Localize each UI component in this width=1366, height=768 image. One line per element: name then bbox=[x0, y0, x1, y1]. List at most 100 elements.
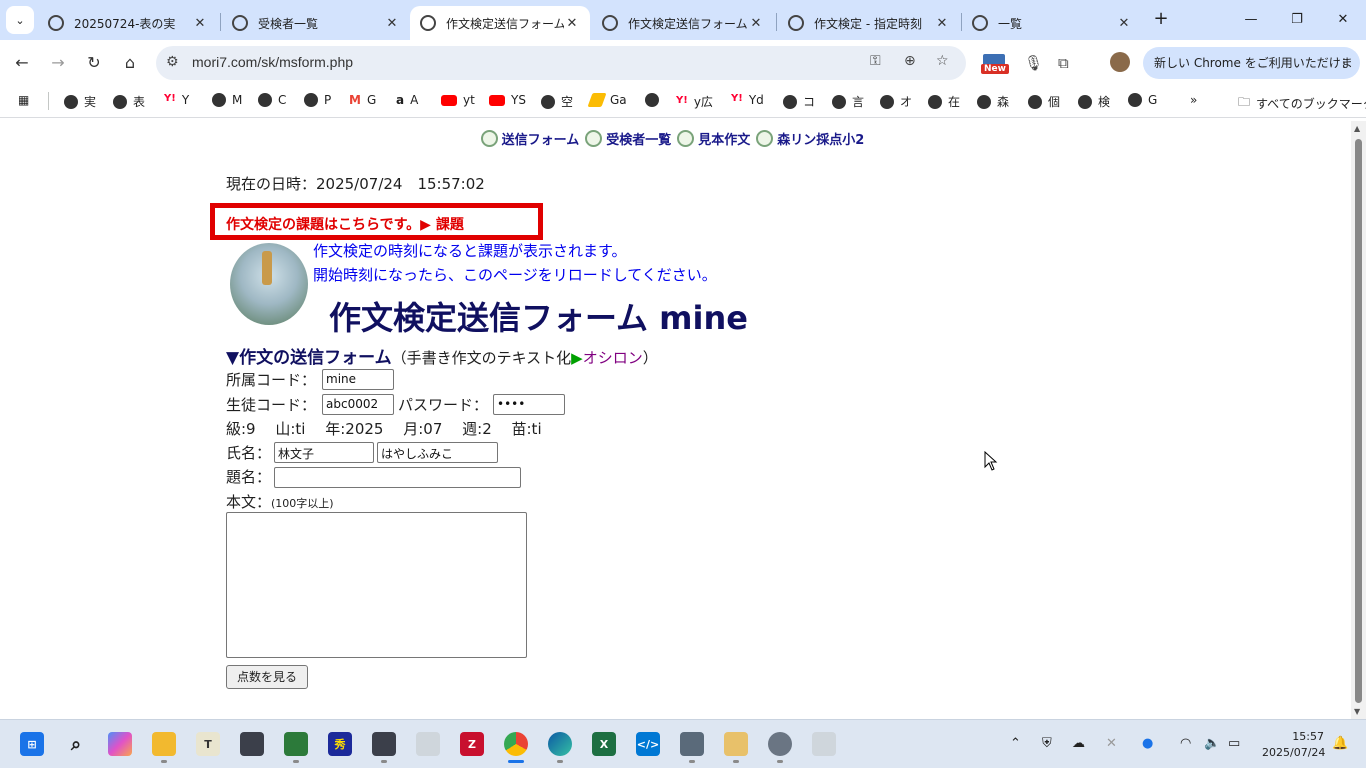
vscode-icon[interactable]: </> bbox=[636, 732, 660, 756]
more-menu-icon[interactable]: ⋮ bbox=[1338, 47, 1350, 79]
camera-app-icon[interactable] bbox=[240, 732, 264, 756]
nav-examinee-list[interactable]: 受検者一覧 bbox=[585, 129, 671, 148]
tab-6[interactable]: 一覧 ✕ bbox=[962, 6, 1142, 40]
nav-moririn-scoring[interactable]: 森リン採点小2 bbox=[756, 129, 864, 148]
security-shield-icon[interactable]: ⛨ bbox=[1042, 736, 1052, 751]
close-icon[interactable]: ✕ bbox=[934, 16, 950, 31]
settings-gear-icon[interactable] bbox=[768, 732, 792, 756]
name-kana-input[interactable]: はやしふみこ bbox=[377, 442, 498, 463]
cloud-off-icon[interactable]: ☁ bbox=[1072, 736, 1085, 751]
zoom-icon[interactable]: ⊕ bbox=[904, 53, 916, 69]
name-input[interactable]: 林文子 bbox=[274, 442, 374, 463]
new-badge-extension-icon[interactable]: New bbox=[981, 54, 1009, 76]
vpn-lock-icon[interactable] bbox=[680, 732, 704, 756]
nav-send-form[interactable]: 送信フォーム bbox=[480, 129, 579, 148]
microphone-icon[interactable]: 🎙 bbox=[1024, 54, 1043, 72]
bookmark-item[interactable]: YS bbox=[489, 93, 526, 107]
password-input[interactable]: •••• bbox=[493, 394, 565, 415]
back-arrow-icon[interactable]: ← bbox=[9, 50, 35, 76]
view-score-button[interactable]: 点数を見る bbox=[226, 665, 308, 689]
scroll-up-icon[interactable]: ▲ bbox=[1354, 124, 1360, 133]
bookmark-item[interactable]: yt bbox=[441, 93, 475, 107]
speaker-icon[interactable]: 🔈 bbox=[1204, 736, 1220, 751]
chrome-update-button[interactable]: 新しい Chrome をご利用いただけます ⋮ bbox=[1143, 47, 1360, 102]
subject-input[interactable] bbox=[274, 467, 521, 488]
bookmark-item[interactable]: 実 bbox=[64, 93, 96, 110]
bookmarks-overflow-icon[interactable]: » bbox=[1190, 93, 1197, 107]
bookmark-item[interactable]: 表 bbox=[113, 93, 145, 110]
wifi-icon[interactable]: ◠ bbox=[1180, 736, 1191, 751]
bookmark-item[interactable]: 検 bbox=[1078, 93, 1110, 110]
bookmark-item[interactable]: MG bbox=[349, 93, 376, 107]
tab-5[interactable]: 作文検定 - 指定時刻 ✕ bbox=[778, 6, 960, 40]
tab-1[interactable]: 20250724-表の実 ✕ bbox=[38, 6, 218, 40]
tab-3-active[interactable]: 作文検定送信フォーム ✕ bbox=[410, 6, 590, 40]
scrollbar-thumb[interactable] bbox=[1355, 139, 1362, 703]
password-key-icon[interactable]: ⚿ bbox=[870, 53, 881, 69]
battery-icon[interactable]: ▭ bbox=[1228, 736, 1240, 751]
webcam-app-icon[interactable] bbox=[416, 732, 440, 756]
tab-search-chevron-icon[interactable]: ⌄ bbox=[6, 6, 34, 34]
bookmark-star-icon[interactable]: ☆ bbox=[936, 53, 949, 69]
bookmark-item[interactable]: コ bbox=[783, 93, 815, 110]
bookmark-item[interactable]: 個 bbox=[1028, 93, 1060, 110]
close-icon[interactable]: ✕ bbox=[384, 16, 400, 31]
taskbar-date[interactable]: 2025/07/24 bbox=[1262, 746, 1325, 759]
nav-sample-essay[interactable]: 見本作文 bbox=[677, 129, 750, 148]
new-tab-button[interactable]: + bbox=[1150, 8, 1172, 30]
game-app-icon[interactable] bbox=[284, 732, 308, 756]
bookmark-item[interactable]: Y! Yd bbox=[731, 93, 764, 107]
onedrive-icon[interactable]: ● bbox=[1142, 736, 1153, 751]
close-icon[interactable]: ✕ bbox=[564, 16, 580, 31]
home-icon[interactable]: ⌂ bbox=[117, 50, 143, 76]
close-icon[interactable]: ✕ bbox=[1116, 16, 1132, 31]
all-bookmarks-folder[interactable]: 🗀 すべてのブックマーク bbox=[1238, 93, 1366, 114]
close-icon[interactable]: ✕ bbox=[748, 16, 764, 31]
edge-icon[interactable] bbox=[548, 732, 572, 756]
copilot-icon[interactable] bbox=[108, 732, 132, 756]
window-close-icon[interactable]: ✕ bbox=[1320, 6, 1366, 34]
oshiron-link[interactable]: オシロン bbox=[583, 349, 643, 367]
notification-icon[interactable]: 🔔 bbox=[1332, 736, 1348, 751]
assignment-link[interactable]: 作文検定の課題はこちらです。▶ 課題 bbox=[226, 214, 464, 234]
bookmark-item[interactable]: 言 bbox=[832, 93, 864, 110]
bookmark-item[interactable]: C bbox=[258, 93, 286, 107]
excel-icon[interactable]: X bbox=[592, 732, 616, 756]
minimize-icon[interactable]: — bbox=[1228, 6, 1274, 34]
cross-icon[interactable]: ✕ bbox=[1106, 736, 1117, 751]
bookmark-item[interactable] bbox=[645, 93, 665, 107]
tab-2[interactable]: 受検者一覧 ✕ bbox=[222, 6, 410, 40]
camera-app-icon-2[interactable] bbox=[372, 732, 396, 756]
address-bar[interactable]: ⚙ mori7.com/sk/msform.php ⚿ ⊕ ☆ bbox=[156, 46, 966, 80]
windows-start-icon[interactable]: ⊞ bbox=[20, 732, 44, 756]
bookmark-item[interactable]: オ bbox=[880, 93, 912, 110]
extensions-puzzle-icon[interactable]: ⧉ bbox=[1058, 54, 1069, 72]
affiliation-code-input[interactable]: mine bbox=[322, 369, 394, 390]
site-info-icon[interactable]: ⚙ bbox=[166, 54, 179, 70]
bookmark-item[interactable]: Ga bbox=[587, 93, 627, 107]
taskbar-time[interactable]: 15:57 bbox=[1280, 730, 1324, 743]
webcam-app-icon-2[interactable] bbox=[812, 732, 836, 756]
student-code-input[interactable]: abc0002 bbox=[322, 394, 394, 415]
restore-icon[interactable]: ❐ bbox=[1274, 6, 1320, 34]
bookmark-item[interactable]: P bbox=[304, 93, 331, 107]
filezilla-icon[interactable]: Z bbox=[460, 732, 484, 756]
chrome-icon[interactable] bbox=[504, 732, 528, 756]
forward-arrow-icon[interactable]: → bbox=[45, 50, 71, 76]
bookmark-item[interactable]: 森 bbox=[977, 93, 1009, 110]
bookmark-item[interactable]: Y! Y bbox=[164, 93, 189, 107]
body-textarea[interactable] bbox=[226, 512, 527, 658]
page-scrollbar[interactable]: ▲ ▼ bbox=[1351, 121, 1366, 719]
reload-icon[interactable]: ↻ bbox=[81, 50, 107, 76]
bookmark-item[interactable]: 在 bbox=[928, 93, 960, 110]
file-explorer-icon[interactable] bbox=[152, 732, 176, 756]
writing-tool-icon[interactable] bbox=[724, 732, 748, 756]
tab-4[interactable]: 作文検定送信フォーム ✕ bbox=[592, 6, 774, 40]
bookmark-item[interactable]: M bbox=[212, 93, 242, 107]
search-icon[interactable]: ⌕ bbox=[64, 732, 88, 756]
tray-chevron-up-icon[interactable]: ⌃ bbox=[1010, 736, 1021, 751]
notepad-app-icon[interactable]: T bbox=[196, 732, 220, 756]
shogi-app-icon[interactable]: 秀 bbox=[328, 732, 352, 756]
bookmark-item[interactable]: Y! y広 bbox=[676, 93, 713, 110]
profile-avatar[interactable] bbox=[1110, 52, 1130, 72]
